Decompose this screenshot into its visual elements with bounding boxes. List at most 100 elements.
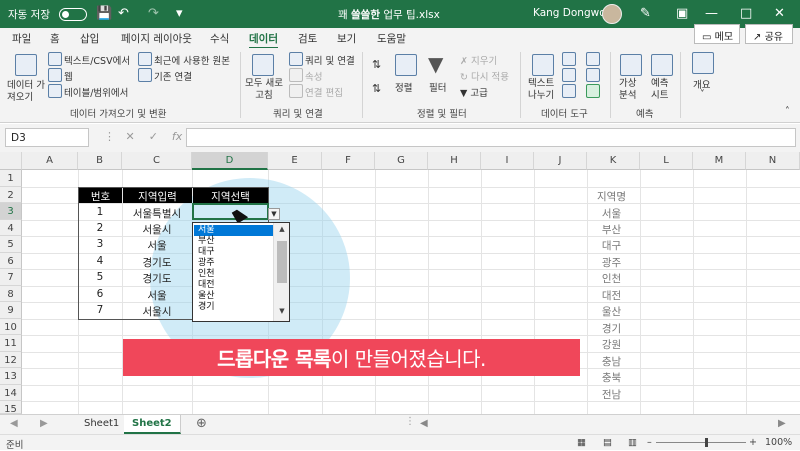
row-header[interactable]: 3 bbox=[0, 203, 22, 220]
save-icon[interactable]: 💾 bbox=[96, 6, 112, 21]
active-cell-d3[interactable] bbox=[192, 203, 269, 220]
tab-review[interactable]: 검토 bbox=[298, 31, 317, 46]
recent-sources-button[interactable]: 최근에 사용한 원본 bbox=[154, 53, 230, 67]
region-list-item[interactable]: 대구 bbox=[585, 238, 638, 253]
customize-toolbar-icon[interactable]: ▾ bbox=[176, 6, 183, 21]
data-model-icon[interactable] bbox=[586, 84, 600, 98]
column-header[interactable]: J bbox=[534, 152, 587, 170]
row-header[interactable]: 13 bbox=[0, 368, 22, 385]
share-button[interactable]: ↗ 공유 bbox=[745, 24, 793, 44]
text-to-columns-button[interactable]: 텍스트 나누기 bbox=[528, 78, 554, 102]
table-cell[interactable]: 5 bbox=[78, 271, 122, 283]
region-list-item[interactable]: 전남 bbox=[585, 387, 638, 402]
add-sheet-icon[interactable]: ⊕ bbox=[196, 416, 207, 431]
row-header[interactable]: 1 bbox=[0, 170, 22, 187]
tab-home[interactable]: 홈 bbox=[50, 31, 60, 46]
dropdown-option[interactable]: 광주 bbox=[194, 258, 274, 269]
zoom-out-icon[interactable]: – bbox=[647, 437, 652, 448]
forecast-sheet-button[interactable]: 예측 시트 bbox=[651, 78, 668, 102]
flash-fill-icon[interactable] bbox=[562, 52, 576, 66]
column-header[interactable]: G bbox=[375, 152, 428, 170]
select-all-corner[interactable] bbox=[0, 152, 22, 170]
row-header[interactable]: 14 bbox=[0, 385, 22, 401]
refresh-all-button[interactable]: 모두 새로 고침 bbox=[245, 78, 283, 102]
minimize-icon[interactable]: — bbox=[705, 6, 718, 21]
region-list-item[interactable]: 충북 bbox=[585, 370, 638, 385]
region-list-item[interactable]: 경기 bbox=[585, 321, 638, 336]
more-options-icon[interactable]: ⋮ bbox=[405, 416, 415, 427]
autosave-toggle[interactable] bbox=[59, 8, 87, 21]
dropdown-option[interactable]: 대구 bbox=[194, 247, 274, 258]
dropdown-scrollbar[interactable]: ▲ ▼ bbox=[273, 223, 289, 321]
sheet-tab[interactable]: Sheet1 bbox=[76, 415, 129, 434]
tab-formulas[interactable]: 수식 bbox=[210, 31, 229, 46]
edit-links-button[interactable]: 연결 편집 bbox=[305, 85, 343, 99]
table-cell[interactable]: 4 bbox=[78, 255, 122, 267]
zoom-in-icon[interactable]: + bbox=[749, 437, 757, 448]
normal-view-icon[interactable]: ▦ bbox=[577, 437, 586, 448]
sheet-tab-active[interactable]: Sheet2 bbox=[124, 415, 181, 434]
tab-insert[interactable]: 삽입 bbox=[80, 31, 99, 46]
memo-button[interactable]: ▭ 메모 bbox=[694, 24, 740, 44]
row-header[interactable]: 7 bbox=[0, 269, 22, 286]
dropdown-option[interactable]: 대전 bbox=[194, 280, 274, 291]
clear-filter-button[interactable]: ✗ 지우기 bbox=[460, 53, 497, 67]
table-cell[interactable]: 서울시 bbox=[122, 222, 192, 237]
sort-button[interactable]: 정렬 bbox=[395, 80, 412, 94]
row-header[interactable]: 4 bbox=[0, 220, 22, 236]
tab-help[interactable]: 도움말 bbox=[377, 31, 406, 46]
sort-az-icon[interactable]: ⇅ bbox=[372, 58, 381, 71]
table-cell[interactable]: 3 bbox=[78, 238, 122, 250]
tab-page-layout[interactable]: 페이지 레이아웃 bbox=[121, 31, 192, 46]
pen-icon[interactable]: ✎ bbox=[640, 6, 651, 21]
maximize-icon[interactable]: □ bbox=[740, 6, 752, 21]
region-list-item[interactable]: 부산 bbox=[585, 222, 638, 237]
data-validation-icon[interactable] bbox=[562, 84, 576, 98]
column-header[interactable]: I bbox=[481, 152, 534, 170]
filter-button[interactable]: 필터 bbox=[429, 80, 446, 94]
what-if-analysis-button[interactable]: 가상 분석 bbox=[619, 78, 636, 102]
close-icon[interactable]: ✕ bbox=[774, 6, 785, 21]
scroll-right-icon[interactable]: ▶ bbox=[778, 418, 786, 429]
tab-file[interactable]: 파일 bbox=[12, 31, 31, 46]
existing-connections-button[interactable]: 기존 연결 bbox=[154, 69, 192, 83]
scroll-down-icon[interactable]: ▼ bbox=[274, 307, 290, 319]
column-header[interactable]: M bbox=[693, 152, 746, 170]
collapse-ribbon-icon[interactable]: ˄ bbox=[785, 106, 790, 117]
row-header[interactable]: 6 bbox=[0, 253, 22, 269]
from-table-button[interactable]: 테이블/범위에서 bbox=[64, 85, 128, 99]
avatar[interactable] bbox=[602, 4, 622, 24]
region-list-item[interactable]: 광주 bbox=[585, 255, 638, 270]
tab-data[interactable]: 데이터 bbox=[249, 31, 278, 49]
relationships-icon[interactable] bbox=[586, 68, 600, 82]
tab-view[interactable]: 보기 bbox=[337, 31, 356, 46]
row-header[interactable]: 10 bbox=[0, 319, 22, 335]
table-cell[interactable]: 서울특별시 bbox=[122, 206, 192, 221]
redo-icon[interactable]: ↷ bbox=[148, 6, 159, 21]
from-web-button[interactable]: 웹 bbox=[64, 69, 73, 83]
column-header[interactable]: D bbox=[192, 152, 268, 170]
user-name[interactable]: Kang Dongwoo bbox=[533, 7, 612, 19]
region-list-item[interactable]: 서울 bbox=[585, 206, 638, 221]
next-sheet-icon[interactable]: ▶ bbox=[40, 418, 48, 429]
region-list-item[interactable]: 강원 bbox=[585, 337, 638, 352]
region-list-item[interactable]: 충남 bbox=[585, 354, 638, 369]
table-cell[interactable]: 서울시 bbox=[122, 304, 192, 319]
zoom-slider-track[interactable] bbox=[656, 442, 746, 443]
region-list-item[interactable]: 울산 bbox=[585, 304, 638, 319]
row-header[interactable]: 11 bbox=[0, 335, 22, 352]
column-header[interactable]: E bbox=[268, 152, 322, 170]
table-cell[interactable]: 서울 bbox=[122, 238, 192, 253]
scrollbar-thumb[interactable] bbox=[277, 241, 287, 283]
from-text-csv-button[interactable]: 텍스트/CSV에서 bbox=[64, 53, 130, 67]
dropdown-list[interactable]: 서울 부산 대구 광주 인천 대전 울산 경기 ▲ ▼ bbox=[192, 222, 290, 322]
dropdown-option[interactable]: 서울 bbox=[194, 225, 274, 236]
column-header[interactable]: A bbox=[22, 152, 78, 170]
page-layout-view-icon[interactable]: ▤ bbox=[603, 437, 612, 448]
get-data-button[interactable]: 데이터 가 져오기 bbox=[7, 80, 45, 104]
table-cell[interactable]: 6 bbox=[78, 288, 122, 300]
consolidate-icon[interactable] bbox=[586, 52, 600, 66]
remove-duplicates-icon[interactable] bbox=[562, 68, 576, 82]
column-header[interactable]: L bbox=[640, 152, 693, 170]
row-header[interactable]: 15 bbox=[0, 401, 22, 414]
